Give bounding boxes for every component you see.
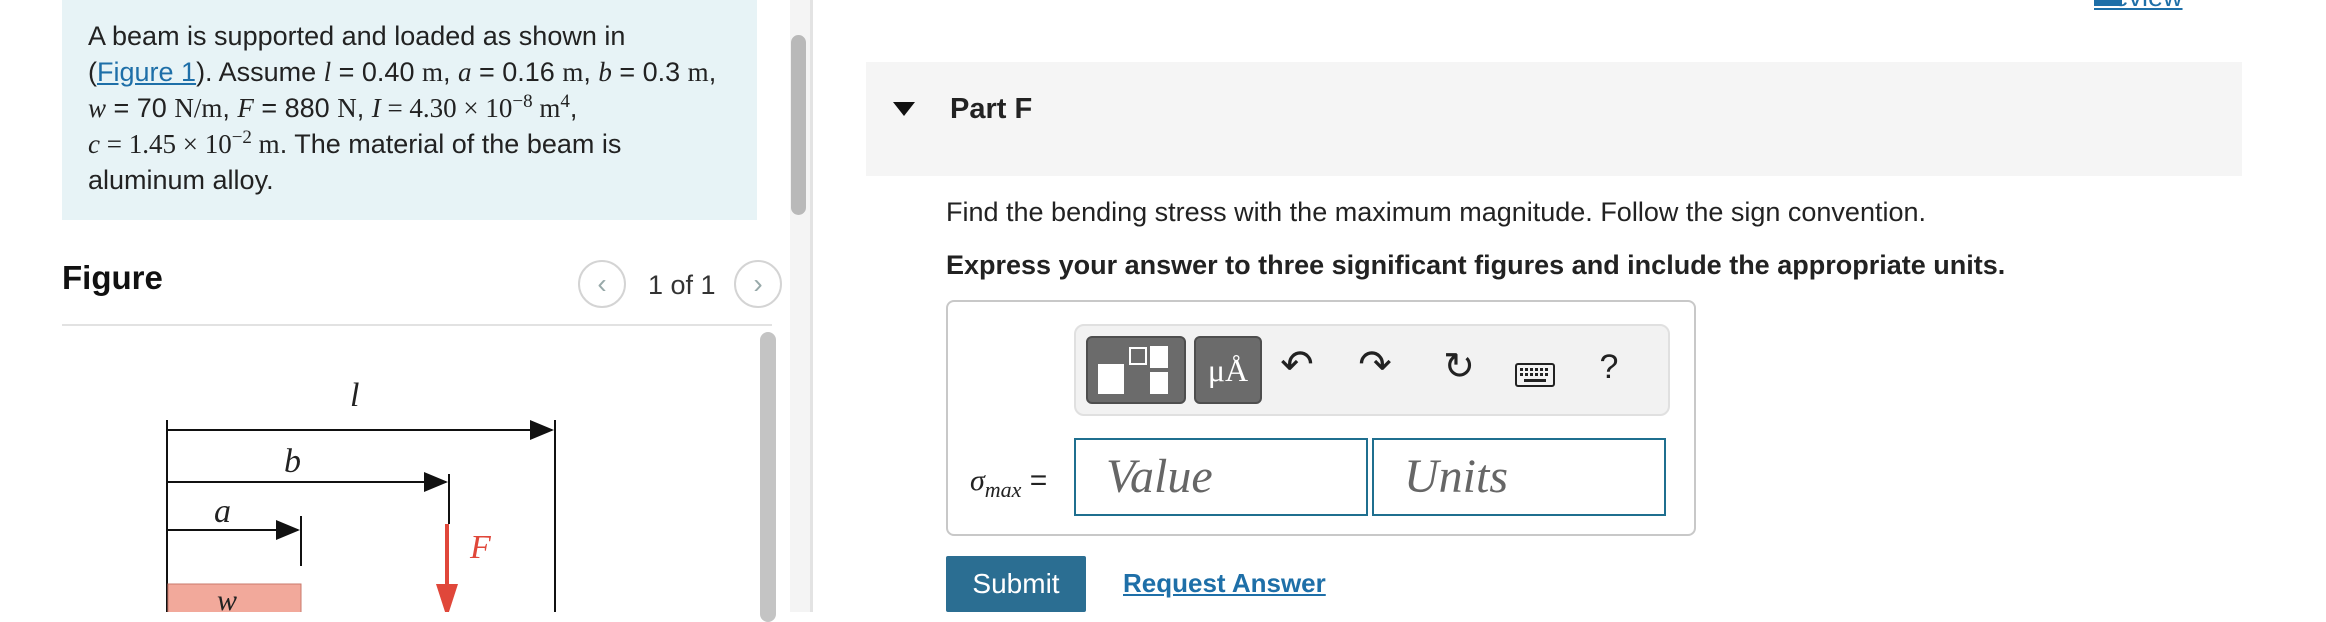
redo-icon[interactable]: ↷ <box>1350 342 1400 388</box>
beam-figure: l b a F w <box>62 326 762 612</box>
help-icon[interactable]: ? <box>1584 348 1634 387</box>
problem-line-5: aluminum alloy. <box>88 165 274 195</box>
problem-line-2: (Figure 1). Assume l = 0.40 m, a = 0.16 … <box>88 57 717 87</box>
figure-link[interactable]: Figure 1 <box>97 57 196 87</box>
answer-box: μÅ ↶ ↷ ↻ ? σmax = Value Units <box>946 300 1696 536</box>
review-link[interactable]: Review <box>2094 0 2183 13</box>
label-w: w <box>217 584 237 612</box>
collapse-triangle-icon[interactable] <box>893 102 915 116</box>
problem-line-3: w = 70 N/m, F = 880 N, I = 4.30 × 10−8 m… <box>88 91 578 123</box>
part-title: Part F <box>950 93 1033 125</box>
request-answer-link[interactable]: Request Answer <box>1123 568 1326 599</box>
label-a: a <box>214 493 231 530</box>
math-toolbar: μÅ ↶ ↷ ↻ ? <box>1074 324 1670 416</box>
pane-divider[interactable] <box>810 0 813 612</box>
part-header[interactable]: Part F <box>866 62 2242 176</box>
label-b: b <box>284 443 301 480</box>
templates-icon <box>1098 346 1168 394</box>
problem-statement: A beam is supported and loaded as shown … <box>62 0 757 220</box>
figure-title: Figure <box>62 259 163 296</box>
left-pane-scrollbar-thumb[interactable] <box>791 35 806 215</box>
problem-line-1: A beam is supported and loaded as shown … <box>88 21 626 51</box>
submit-button[interactable]: Submit <box>946 556 1086 612</box>
undo-icon[interactable]: ↶ <box>1272 342 1322 388</box>
keyboard-icon[interactable] <box>1510 352 1560 397</box>
question-text: Find the bending stress with the maximum… <box>946 197 1927 227</box>
reset-icon[interactable]: ↻ <box>1434 344 1484 389</box>
figure-scrollbar-thumb[interactable] <box>760 332 776 622</box>
chevron-left-icon: ‹ <box>597 268 607 299</box>
instructions-text: Express your answer to three significant… <box>946 250 2006 280</box>
figure-counter: 1 of 1 <box>648 270 716 300</box>
chevron-right-icon: › <box>753 268 763 299</box>
figure-prev-button[interactable]: ‹ <box>578 260 626 308</box>
force-arrow-head <box>436 584 458 612</box>
units-input[interactable]: Units <box>1372 438 1666 516</box>
templates-button[interactable] <box>1086 336 1186 404</box>
figure-next-button[interactable]: › <box>734 260 782 308</box>
label-l: l <box>350 377 359 414</box>
label-F: F <box>469 529 492 566</box>
units-button[interactable]: μÅ <box>1194 336 1262 404</box>
sigma-max-label: σmax = <box>970 464 1048 502</box>
value-input[interactable]: Value <box>1074 438 1368 516</box>
problem-line-4: c = 1.45 × 10−2 m. The material of the b… <box>88 127 622 159</box>
